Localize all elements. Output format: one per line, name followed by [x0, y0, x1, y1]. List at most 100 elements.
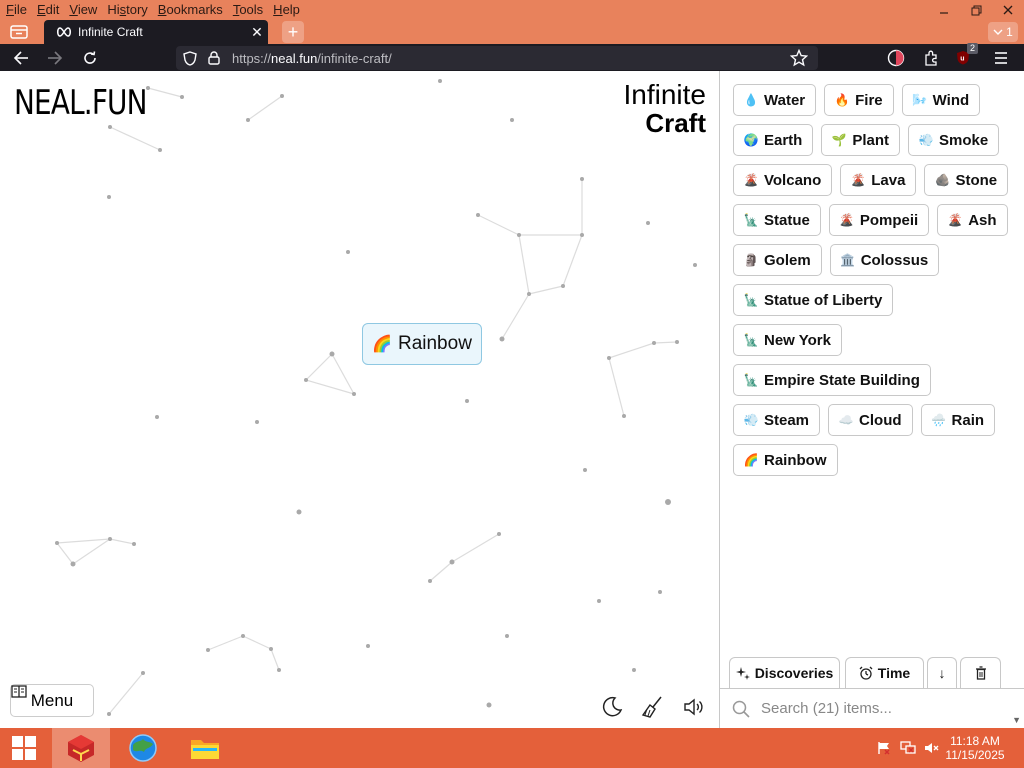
- item-label: Ash: [968, 211, 997, 229]
- item-chip-colossus[interactable]: 🏛️ Colossus: [829, 244, 940, 276]
- menu-help[interactable]: Help: [268, 0, 305, 20]
- items-list: 💧 Water 🔥 Fire 🌬️ Wind 🌍 Earth 🌱 Plant 💨 Smoke 🌋 Volc…: [733, 84, 1009, 484]
- menu-file[interactable]: File: [0, 0, 32, 20]
- taskbar-app-active[interactable]: [52, 728, 110, 768]
- taskbar-clock[interactable]: 11:18 AM 11/15/2025: [944, 734, 1006, 762]
- item-chip-rain[interactable]: 🌧️ Rain: [920, 404, 996, 436]
- ublock-origin-icon[interactable]: u 2: [953, 43, 979, 70]
- menu-tools[interactable]: Tools: [228, 0, 268, 20]
- start-button[interactable]: [0, 728, 48, 768]
- item-emoji-icon: 🗽: [743, 213, 759, 227]
- volume-muted-icon[interactable]: [920, 741, 944, 755]
- url-text: https://neal.fun/infinite-craft/: [232, 50, 392, 66]
- item-label: Fire: [855, 91, 883, 109]
- item-label: Earth: [764, 131, 803, 149]
- item-chip-plant[interactable]: 🌱 Plant: [821, 124, 901, 156]
- item-chip-volcano[interactable]: 🌋 Volcano: [733, 164, 833, 196]
- item-chip-cloud[interactable]: ☁️ Cloud: [828, 404, 913, 436]
- menu-button[interactable]: Menu: [10, 684, 94, 717]
- item-chip-ash[interactable]: 🌋 Ash: [937, 204, 1008, 236]
- title-line-2: Craft: [645, 108, 706, 138]
- lock-icon[interactable]: [204, 51, 224, 65]
- item-label: Colossus: [860, 251, 929, 269]
- discoveries-button[interactable]: Discoveries: [729, 657, 840, 688]
- firefox-view-icon[interactable]: [8, 23, 30, 41]
- reload-button[interactable]: [78, 46, 102, 70]
- rainbow-icon: 🌈: [372, 336, 392, 353]
- minimize-button[interactable]: [928, 0, 960, 20]
- list-all-tabs-button[interactable]: 1: [988, 22, 1018, 42]
- item-chip-lava[interactable]: 🌋 Lava: [840, 164, 917, 196]
- item-chip-water[interactable]: 💧 Water: [733, 84, 817, 116]
- chevron-down-icon: [993, 29, 1003, 35]
- flag-notification-icon[interactable]: [872, 741, 896, 755]
- network-icon[interactable]: [896, 741, 920, 755]
- menu-history[interactable]: History: [102, 0, 152, 20]
- alarm-clock-icon: [859, 666, 873, 680]
- taskbar-browser[interactable]: [116, 728, 170, 768]
- clear-broom-icon[interactable]: [641, 695, 667, 721]
- item-chip-wind[interactable]: 🌬️ Wind: [901, 84, 981, 116]
- item-chip-golem[interactable]: 🗿 Golem: [733, 244, 822, 276]
- item-label: Stone: [955, 171, 998, 189]
- new-tab-button[interactable]: +: [282, 21, 304, 43]
- item-emoji-icon: 🏛️: [840, 253, 856, 267]
- menu-bookmarks[interactable]: Bookmarks: [153, 0, 228, 20]
- sound-speaker-icon[interactable]: [682, 695, 708, 721]
- tab-title: Infinite Craft: [78, 25, 143, 39]
- sort-time-button[interactable]: Time: [845, 657, 924, 688]
- close-window-button[interactable]: [992, 0, 1024, 20]
- menu-edit[interactable]: Edit: [32, 0, 64, 20]
- containers-icon[interactable]: [884, 46, 908, 70]
- craft-canvas[interactable]: NEAL.FUN Infinite Craft 🌈 Rainbow Menu: [0, 71, 719, 728]
- menu-view[interactable]: View: [64, 0, 102, 20]
- item-chip-statue[interactable]: 🗽 Statue: [733, 204, 821, 236]
- dark-mode-moon-icon[interactable]: [600, 695, 626, 721]
- sort-direction-button[interactable]: ↓: [927, 657, 957, 688]
- scroll-down-arrow-icon[interactable]: ▼: [1012, 715, 1021, 725]
- items-row: 🌈 Rainbow: [733, 444, 1003, 476]
- item-emoji-icon: 🌱: [831, 133, 847, 147]
- item-emoji-icon: 🌈: [743, 453, 759, 467]
- system-tray: 11:18 AM 11/15/2025: [872, 728, 1024, 768]
- item-chip-rainbow[interactable]: 🌈 Rainbow: [733, 444, 838, 476]
- shield-icon[interactable]: [180, 50, 200, 66]
- taskbar-file-explorer[interactable]: [178, 728, 232, 768]
- items-row: 💧 Water 🔥 Fire 🌬️ Wind: [733, 84, 1003, 116]
- item-emoji-icon: 🗽: [743, 293, 759, 307]
- canvas-item-rainbow[interactable]: 🌈 Rainbow: [362, 323, 482, 365]
- address-bar[interactable]: https://neal.fun/infinite-craft/: [176, 46, 818, 70]
- sparkles-icon: [735, 667, 750, 680]
- app-menu-button[interactable]: [989, 46, 1013, 70]
- tab-strip: Infinite Craft ✕ + 1: [0, 20, 1024, 44]
- item-chip-smoke[interactable]: 💨 Smoke: [908, 124, 1000, 156]
- item-label: Empire State Building: [764, 371, 920, 389]
- restore-button[interactable]: [960, 0, 992, 20]
- items-sidebar: 💧 Water 🔥 Fire 🌬️ Wind 🌍 Earth 🌱 Plant 💨 Smoke 🌋 Volc…: [719, 71, 1024, 728]
- item-chip-steam[interactable]: 💨 Steam: [733, 404, 821, 436]
- item-emoji-icon: ☁️: [838, 413, 854, 427]
- item-chip-statue-of-liberty[interactable]: 🗽 Statue of Liberty: [733, 284, 894, 316]
- menu-bar: File Edit View History Bookmarks Tools H…: [0, 0, 1024, 20]
- item-emoji-icon: 🗽: [743, 333, 759, 347]
- item-chip-pompeii[interactable]: 🌋 Pompeii: [828, 204, 930, 236]
- item-chip-empire-state-building[interactable]: 🗽 Empire State Building: [733, 364, 931, 396]
- search-input[interactable]: [759, 699, 1003, 718]
- bookmark-star-icon[interactable]: [789, 48, 809, 70]
- delete-button[interactable]: [960, 657, 1001, 688]
- item-chip-stone[interactable]: 🪨 Stone: [924, 164, 1009, 196]
- item-label: Pompeii: [859, 211, 919, 229]
- hamburger-menu-icon: [995, 52, 1007, 64]
- item-chip-earth[interactable]: 🌍 Earth: [733, 124, 814, 156]
- infinite-craft-title: Infinite Craft: [624, 81, 707, 138]
- tab-infinite-craft[interactable]: Infinite Craft ✕: [44, 20, 268, 44]
- extensions-puzzle-icon[interactable]: [919, 46, 943, 70]
- back-button[interactable]: [9, 46, 33, 70]
- neal-fun-logo[interactable]: NEAL.FUN: [14, 83, 148, 123]
- item-chip-fire[interactable]: 🔥 Fire: [824, 84, 894, 116]
- close-tab-icon[interactable]: ✕: [246, 24, 268, 41]
- book-icon: [11, 685, 27, 698]
- item-chip-new-york[interactable]: 🗽 New York: [733, 324, 842, 356]
- forward-button[interactable]: [43, 46, 67, 70]
- item-emoji-icon: 🌋: [743, 173, 759, 187]
